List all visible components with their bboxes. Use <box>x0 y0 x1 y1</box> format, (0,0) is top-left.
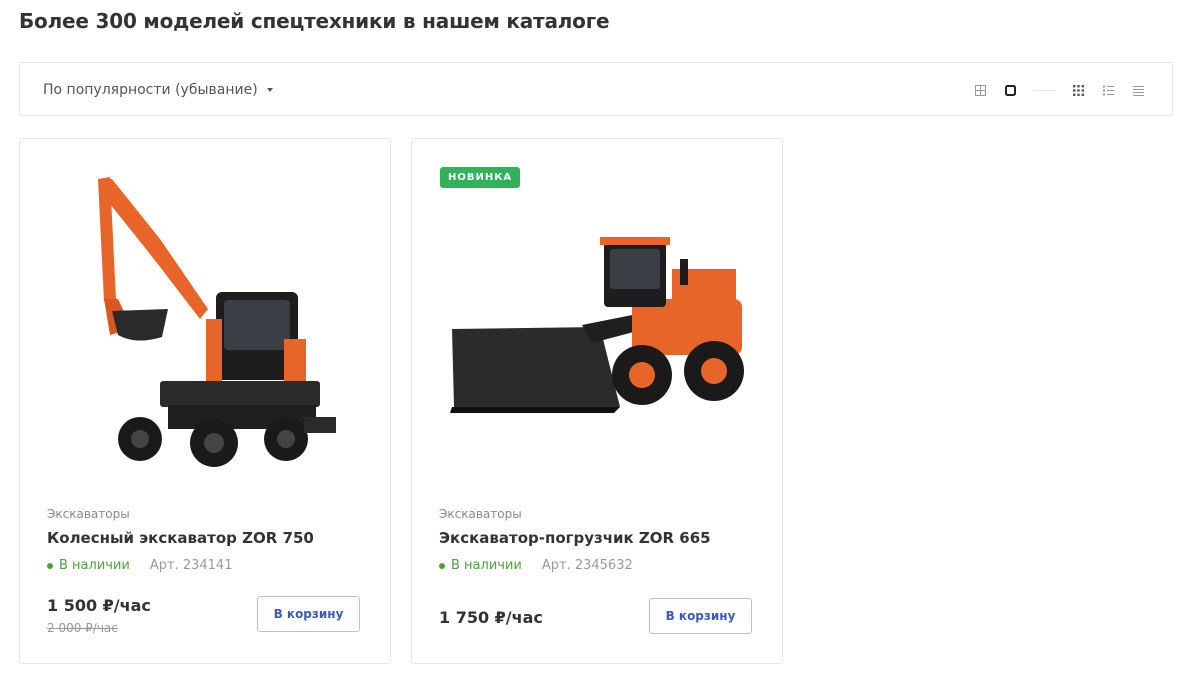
grid-dense-icon <box>1072 84 1084 96</box>
product-card[interactable]: Экскаваторы Колесный экскаватор ZOR 750 … <box>19 138 391 664</box>
page-title: Более 300 моделей спецтехники в нашем ка… <box>19 9 610 33</box>
stock-status: В наличии <box>59 558 130 573</box>
grid-small-icon <box>974 84 986 96</box>
sort-label: По популярности (убывание) <box>43 82 258 98</box>
sort-dropdown[interactable]: По популярности (убывание) <box>43 82 273 98</box>
view-mode-switcher <box>972 82 1146 98</box>
product-card[interactable]: НОВИНКА Экскаваторы Экскаватор-погрузчик… <box>411 138 783 664</box>
product-sku: Арт. 2345632 <box>541 558 633 573</box>
grid-dense-view-button[interactable] <box>1070 82 1086 98</box>
grid-large-icon <box>1004 84 1016 96</box>
product-price: 1 750 ₽/час <box>439 608 543 627</box>
wheeled-excavator-image[interactable] <box>40 159 370 479</box>
new-badge: НОВИНКА <box>440 167 521 188</box>
product-category[interactable]: Экскаваторы <box>47 507 130 521</box>
product-old-price: 2 000 ₽/час <box>47 621 118 635</box>
add-to-cart-button[interactable]: В корзину <box>649 598 752 634</box>
table-icon <box>1132 85 1144 96</box>
add-to-cart-button[interactable]: В корзину <box>257 596 360 632</box>
table-view-button[interactable] <box>1130 82 1146 98</box>
view-divider <box>1034 89 1056 91</box>
product-price: 1 500 ₽/час <box>47 596 151 615</box>
wheel-loader-image[interactable] <box>432 159 762 479</box>
in-stock-dot-icon <box>47 562 53 569</box>
list-icon <box>1102 85 1114 95</box>
catalog-toolbar: По популярности (убывание) <box>19 62 1173 116</box>
product-name[interactable]: Экскаватор-погрузчик ZOR 665 <box>439 529 711 547</box>
stock-status: В наличии <box>451 558 522 573</box>
caret-down-icon <box>266 88 273 92</box>
list-view-button[interactable] <box>1100 82 1116 98</box>
availability-row: В наличии Арт. 2345632 <box>439 558 633 573</box>
in-stock-dot-icon <box>439 562 445 569</box>
grid-small-view-button[interactable] <box>972 82 988 98</box>
grid-large-view-button[interactable] <box>1002 82 1018 98</box>
product-sku: Арт. 234141 <box>149 558 233 573</box>
availability-row: В наличии Арт. 234141 <box>47 558 232 573</box>
product-name[interactable]: Колесный экскаватор ZOR 750 <box>47 529 314 547</box>
product-category[interactable]: Экскаваторы <box>439 507 522 521</box>
